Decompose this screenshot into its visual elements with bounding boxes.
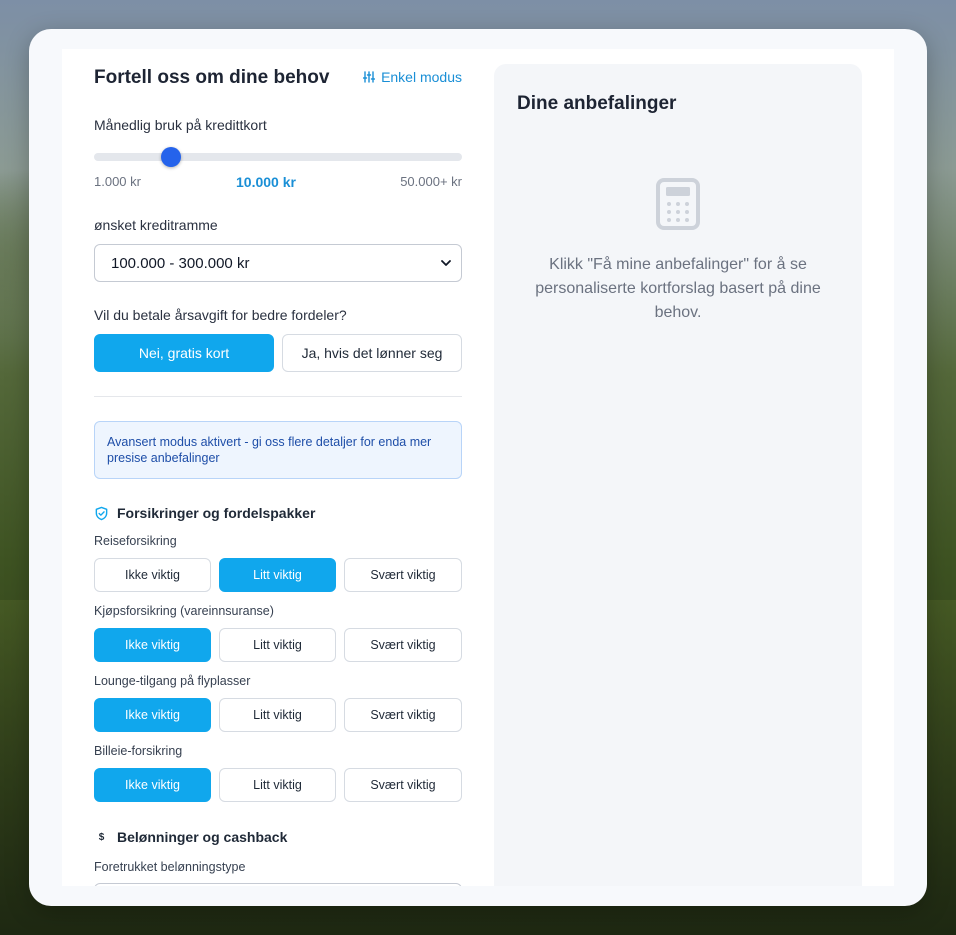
- importance-option-button[interactable]: Ikke viktig: [94, 768, 211, 802]
- importance-option-button[interactable]: Svært viktig: [344, 628, 462, 662]
- recommendations-placeholder: Klikk "Få mine anbefalinger" for å se pe…: [535, 256, 821, 321]
- importance-option-button[interactable]: Svært viktig: [344, 698, 462, 732]
- credit-limit-value: 100.000 - 300.000 kr: [111, 255, 250, 272]
- spend-slider-thumb[interactable]: [161, 147, 181, 167]
- form-title: Fortell oss om dine behov: [94, 67, 330, 88]
- insurance-section-heading: Forsikringer og fordelspakker: [94, 505, 315, 521]
- annual-fee-label: Vil du betale årsavgift for bedre fordel…: [94, 307, 347, 323]
- divider: [94, 396, 462, 397]
- importance-option-button[interactable]: Litt viktig: [219, 698, 336, 732]
- importance-option-button[interactable]: Litt viktig: [219, 768, 336, 802]
- dollar-icon: $: [98, 831, 105, 843]
- insurance-heading-text: Forsikringer og fordelspakker: [117, 505, 316, 521]
- main-panel: Fortell oss om dine behov Enkel modus Må…: [62, 49, 894, 886]
- form-header: Fortell oss om dine behov Enkel modus: [94, 67, 462, 91]
- needs-form: Fortell oss om dine behov Enkel modus Må…: [94, 49, 462, 886]
- importance-option-button[interactable]: Ikke viktig: [94, 628, 211, 662]
- importance-option-button[interactable]: Ikke viktig: [94, 698, 211, 732]
- fee-no-button[interactable]: Nei, gratis kort: [94, 334, 274, 372]
- credit-limit-select[interactable]: 100.000 - 300.000 kr: [94, 244, 462, 282]
- credit-limit-label: ønsket kreditramme: [94, 217, 218, 233]
- importance-option-button[interactable]: Ikke viktig: [94, 558, 211, 592]
- spend-min: 1.000 kr: [94, 174, 141, 189]
- importance-option-button[interactable]: Svært viktig: [344, 768, 462, 802]
- sliders-icon: [363, 71, 376, 83]
- rewards-heading-text: Belønninger og cashback: [117, 829, 288, 845]
- recommendations-title: Dine anbefalinger: [517, 93, 677, 114]
- app-window: Fortell oss om dine behov Enkel modus Må…: [29, 29, 927, 906]
- spend-max: 50.000+ kr: [400, 174, 462, 189]
- spend-label: Månedlig bruk på kredittkort: [94, 117, 267, 133]
- importance-option-button[interactable]: Litt viktig: [219, 558, 336, 592]
- spend-current-value: 10.000 kr: [236, 174, 296, 190]
- shield-check-icon: [94, 506, 109, 521]
- simple-mode-label: Enkel modus: [381, 69, 462, 85]
- insurance-row-label: Lounge-tilgang på flyplasser: [94, 674, 251, 688]
- insurance-row-label: Reiseforsikring: [94, 534, 177, 548]
- insurance-row-label: Billeie-forsikring: [94, 744, 183, 758]
- rewards-section-heading: $ Belønninger og cashback: [94, 829, 288, 845]
- importance-option-button[interactable]: Svært viktig: [344, 558, 462, 592]
- importance-option-button[interactable]: Litt viktig: [219, 628, 336, 662]
- advanced-mode-notice: Avansert modus aktivert - gi oss flere d…: [94, 421, 462, 479]
- reward-type-select[interactable]: [94, 883, 462, 886]
- reward-type-label: Foretrukket belønningstype: [94, 860, 246, 874]
- calculator-icon: [656, 178, 700, 230]
- insurance-row-label: Kjøpsforsikring (vareinnsuranse): [94, 604, 274, 618]
- chevron-down-icon: [441, 260, 451, 266]
- simple-mode-button[interactable]: Enkel modus: [363, 69, 462, 85]
- fee-yes-button[interactable]: Ja, hvis det lønner seg: [282, 334, 462, 372]
- spend-slider[interactable]: [94, 147, 462, 167]
- recommendations-panel: Dine anbefalinger Klikk "Få mine anbefal…: [494, 64, 862, 886]
